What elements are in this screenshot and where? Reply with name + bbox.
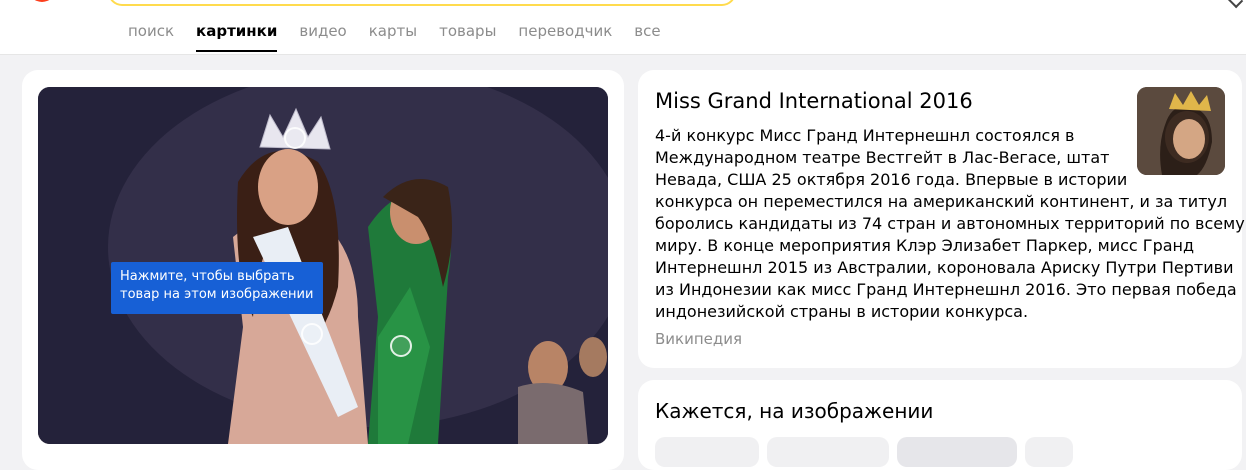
top-header: поиск картинки видео карты товары перево… xyxy=(0,0,1246,55)
tab-products[interactable]: товары xyxy=(439,20,496,52)
description-line: Международном театре Вестгейт в Лас-Вега… xyxy=(655,148,1110,167)
search-tabs: поиск картинки видео карты товары перево… xyxy=(128,20,683,54)
tab-translator[interactable]: переводчик xyxy=(518,20,612,52)
tab-images[interactable]: картинки xyxy=(196,20,278,52)
tab-all[interactable]: все xyxy=(634,20,660,52)
chevron-down-icon[interactable] xyxy=(1224,0,1244,9)
tab-search[interactable]: поиск xyxy=(128,20,174,52)
product-hotspot[interactable] xyxy=(301,323,323,345)
tooltip-line: товар на этом изображении xyxy=(120,287,314,302)
description-line: 4-й конкурс Мисс Гранд Интернешнл состоя… xyxy=(655,126,1075,145)
description-line: миру. В конце мероприятия Клэр Элизабет … xyxy=(655,236,1195,255)
product-hotspot[interactable] xyxy=(390,335,412,357)
tooltip-line: Нажмите, чтобы выбрать xyxy=(120,269,295,284)
description-line: из Индонезии как мисс Гранд Интернешнл 2… xyxy=(655,280,1237,299)
yandex-logo[interactable] xyxy=(28,0,56,2)
description-line: боролись кандидаты из 74 стран и автоном… xyxy=(655,214,1245,233)
entity-title[interactable]: Miss Grand International 2016 xyxy=(655,89,973,113)
detected-item-chip[interactable] xyxy=(897,437,1017,467)
detected-item-chip[interactable] xyxy=(655,437,759,467)
detected-items-title: Кажется, на изображении xyxy=(655,399,934,423)
tab-maps[interactable]: карты xyxy=(369,20,417,52)
entity-description: 4-й конкурс Мисс Гранд Интернешнл состоя… xyxy=(655,125,1245,323)
description-line: Интернешнл 2015 из Австралии, короновала… xyxy=(655,258,1234,277)
select-product-tooltip[interactable]: Нажмите, чтобы выбрать товар на этом изо… xyxy=(111,262,323,314)
description-line: Невада, США 25 октября 2016 года. Впервы… xyxy=(655,170,1128,189)
product-hotspot[interactable] xyxy=(284,127,306,149)
tab-video[interactable]: видео xyxy=(299,20,346,52)
detected-item-chip[interactable] xyxy=(1025,437,1073,467)
search-input[interactable] xyxy=(108,0,736,6)
description-line: конкурса он переместился на американский… xyxy=(655,192,1228,211)
detected-item-chip[interactable] xyxy=(767,437,889,467)
source-link[interactable]: Википедия xyxy=(655,330,742,348)
description-line: индонезийской страны в истории конкурса. xyxy=(655,302,1029,321)
